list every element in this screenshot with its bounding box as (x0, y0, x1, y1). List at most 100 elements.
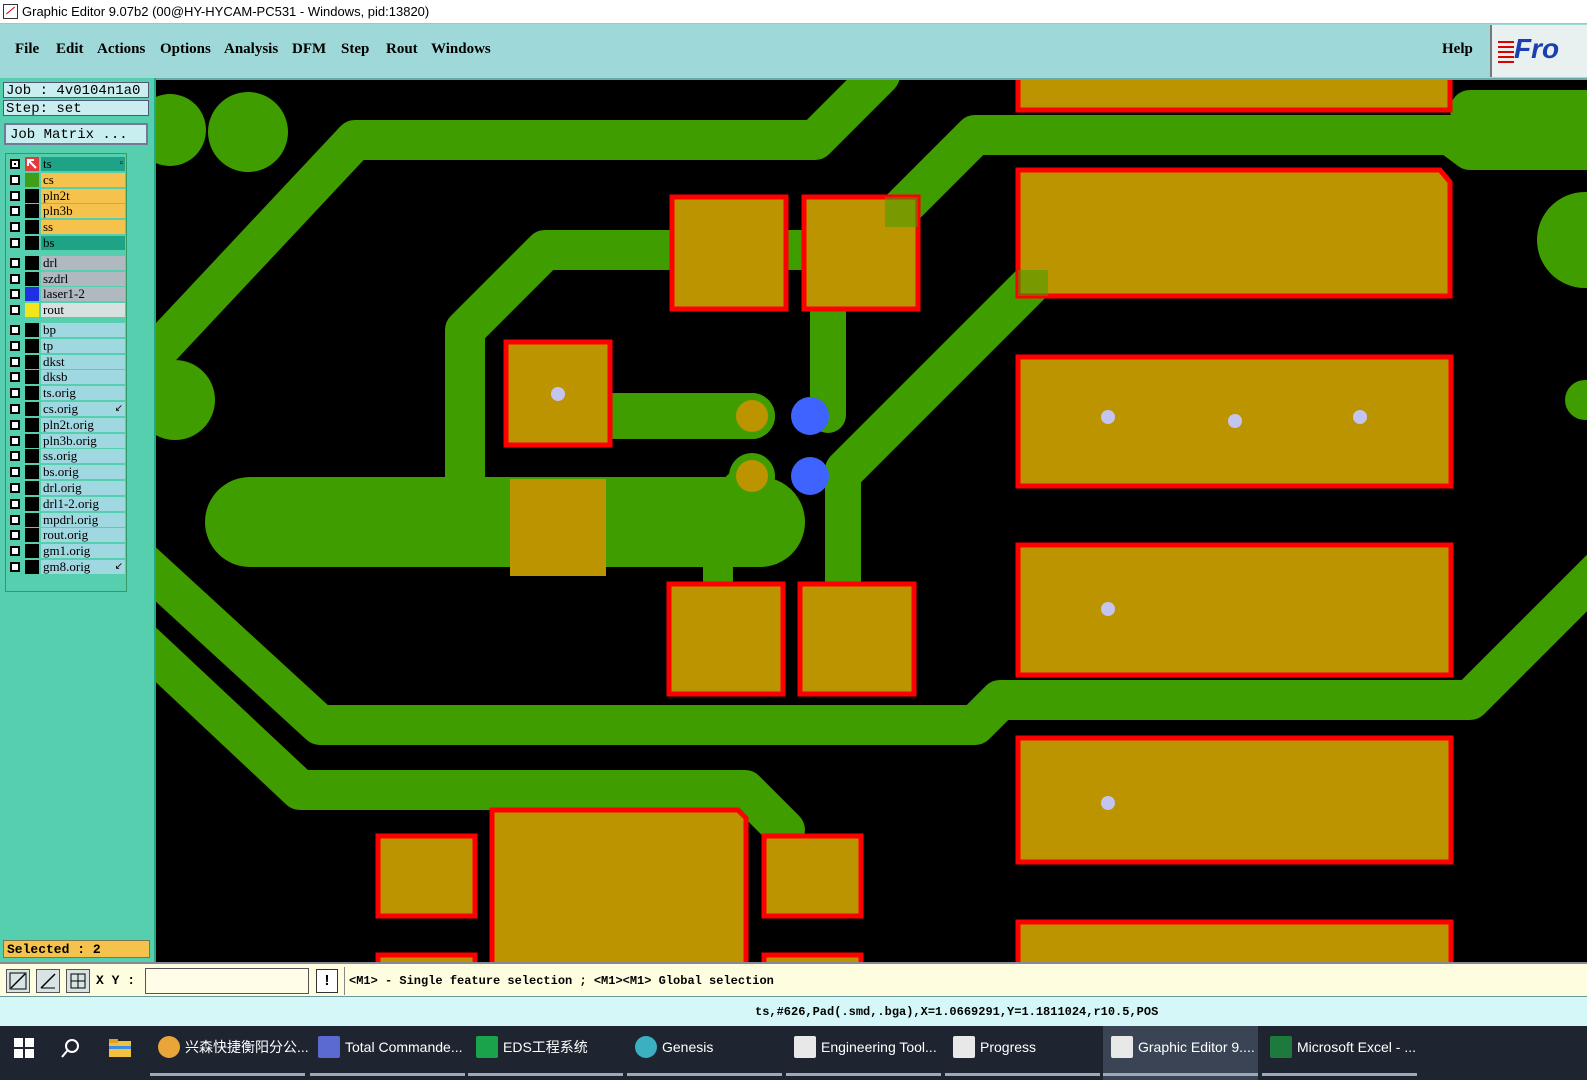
layer-color-swatch[interactable] (25, 528, 39, 543)
layer-checkbox[interactable] (10, 514, 20, 525)
layer-color-swatch[interactable] (25, 465, 39, 480)
layer-checkbox[interactable] (10, 305, 20, 316)
layer-checkbox[interactable] (10, 190, 20, 201)
menu-rout[interactable]: Rout (386, 41, 418, 58)
layer-color-swatch[interactable] (25, 271, 39, 286)
layer-row-dksb[interactable]: dksb (8, 370, 125, 385)
exclamation-button[interactable]: ! (316, 969, 338, 993)
layer-row-pln2t-orig[interactable]: pln2t.orig (8, 417, 125, 432)
layer-row-gm8-orig[interactable]: gm8.orig ↙ (8, 560, 125, 574)
taskbar-item[interactable]: 兴森快捷衡阳分公... (150, 1026, 309, 1080)
layer-checkbox[interactable] (10, 222, 20, 233)
layer-checkbox[interactable] (10, 257, 20, 268)
menu-windows[interactable]: Windows (431, 41, 491, 58)
xy-input[interactable] (145, 968, 309, 994)
layer-checkbox[interactable] (10, 562, 20, 572)
layer-color-swatch[interactable] (25, 433, 39, 448)
layer-color-swatch[interactable] (25, 417, 39, 432)
layer-color-swatch[interactable] (25, 386, 39, 401)
layer-color-swatch[interactable] (25, 204, 39, 219)
layer-color-swatch[interactable] (25, 236, 39, 250)
pcb-canvas[interactable] (156, 80, 1587, 962)
layer-row-bs-orig[interactable]: bs.orig (8, 465, 125, 480)
taskbar-item[interactable]: Graphic Editor 9.... (1103, 1026, 1258, 1080)
layer-row-dkst[interactable]: dkst (8, 354, 125, 369)
menu-help[interactable]: Help (1442, 41, 1473, 58)
menu-dfm[interactable]: DFM (292, 41, 326, 58)
layer-checkbox[interactable] (10, 498, 20, 509)
layer-row-tp[interactable]: tp (8, 338, 125, 353)
taskbar-item[interactable]: Engineering Tool... (786, 1026, 941, 1080)
layer-color-swatch[interactable] (25, 449, 39, 464)
layer-checkbox[interactable] (10, 546, 20, 557)
taskbar-item[interactable]: Genesis (627, 1026, 782, 1080)
layer-row-bp[interactable]: bp (8, 323, 125, 337)
layer-color-swatch[interactable] (25, 172, 39, 187)
layer-color-swatch[interactable] (25, 354, 39, 369)
layer-checkbox[interactable] (10, 340, 20, 351)
layer-color-swatch[interactable] (25, 255, 39, 270)
menu-analysis[interactable]: Analysis (224, 41, 278, 58)
menu-file[interactable]: File (15, 41, 39, 58)
layer-color-swatch[interactable] (25, 287, 39, 302)
layer-row-drl[interactable]: drl (8, 255, 125, 270)
layer-row-pln3b-orig[interactable]: pln3b.orig (8, 433, 125, 448)
windows-start-icon[interactable] (14, 1038, 34, 1058)
layer-checkbox[interactable] (10, 273, 20, 284)
menu-edit[interactable]: Edit (56, 41, 84, 58)
layer-row-cs[interactable]: cs (8, 172, 125, 187)
search-icon[interactable] (60, 1037, 82, 1059)
layer-checkbox[interactable] (10, 174, 20, 185)
menu-step[interactable]: Step (341, 41, 369, 58)
scroll-arrow-icon[interactable]: ↙ (115, 402, 123, 416)
layer-row-ss[interactable]: ss (8, 220, 125, 235)
layer-checkbox[interactable] (10, 451, 20, 462)
layer-checkbox[interactable] (10, 530, 20, 541)
layer-checkbox[interactable] (10, 419, 20, 430)
layer-row-mpdrl-orig[interactable]: mpdrl.orig (8, 512, 125, 527)
layer-color-swatch[interactable] (25, 338, 39, 353)
layer-checkbox[interactable] (10, 372, 20, 383)
menu-options[interactable]: Options (160, 41, 211, 58)
measure-icon[interactable] (36, 969, 60, 993)
layer-color-swatch[interactable] (25, 303, 39, 318)
layer-row-drl1-2-orig[interactable]: drl1-2.orig (8, 496, 125, 511)
zoom-fit-icon[interactable] (6, 969, 30, 993)
layer-row-szdrl[interactable]: szdrl (8, 271, 125, 286)
layer-row-rout[interactable]: rout (8, 303, 125, 318)
layer-checkbox[interactable] (10, 289, 20, 300)
arrow-icon[interactable] (25, 157, 39, 171)
layer-row-laser1-2[interactable]: laser1-2 (8, 287, 125, 302)
menu-actions[interactable]: Actions (97, 41, 145, 58)
layer-color-swatch[interactable] (25, 323, 39, 337)
grid-icon[interactable] (66, 969, 90, 993)
layer-color-swatch[interactable] (25, 188, 39, 203)
layer-checkbox[interactable] (10, 238, 20, 248)
layer-checkbox[interactable] (10, 404, 20, 414)
layer-row-ts[interactable]: ts ▫ (8, 157, 125, 171)
layer-row-pln3b[interactable]: pln3b (8, 204, 125, 219)
file-explorer-icon[interactable] (108, 1037, 132, 1059)
layer-color-swatch[interactable] (25, 481, 39, 495)
layer-row-ts-orig[interactable]: ts.orig (8, 386, 125, 401)
layer-checkbox[interactable] (10, 483, 20, 493)
layer-row-gm1-orig[interactable]: gm1.orig (8, 544, 125, 559)
layer-row-drl-orig[interactable]: drl.orig (8, 481, 125, 495)
layer-color-swatch[interactable] (25, 496, 39, 511)
layer-color-swatch[interactable] (25, 370, 39, 385)
layer-color-swatch[interactable] (25, 220, 39, 235)
taskbar-item[interactable]: Total Commande... (310, 1026, 465, 1080)
layer-row-cs-orig[interactable]: cs.orig ↙ (8, 402, 125, 416)
taskbar-item[interactable]: Microsoft Excel - ... (1262, 1026, 1417, 1080)
taskbar-item[interactable]: EDS工程系统 (468, 1026, 623, 1080)
layer-row-ss-orig[interactable]: ss.orig (8, 449, 125, 464)
layer-checkbox[interactable] (10, 356, 20, 367)
layer-checkbox[interactable] (10, 325, 20, 335)
job-matrix-button[interactable]: Job Matrix ... (4, 123, 148, 145)
layer-checkbox[interactable] (10, 206, 20, 217)
taskbar-item[interactable]: Progress (945, 1026, 1100, 1080)
scroll-arrow-icon[interactable]: ↙ (115, 560, 123, 574)
layer-checkbox[interactable] (10, 159, 20, 169)
layer-color-swatch[interactable] (25, 402, 39, 416)
layer-row-bs[interactable]: bs (8, 236, 125, 250)
